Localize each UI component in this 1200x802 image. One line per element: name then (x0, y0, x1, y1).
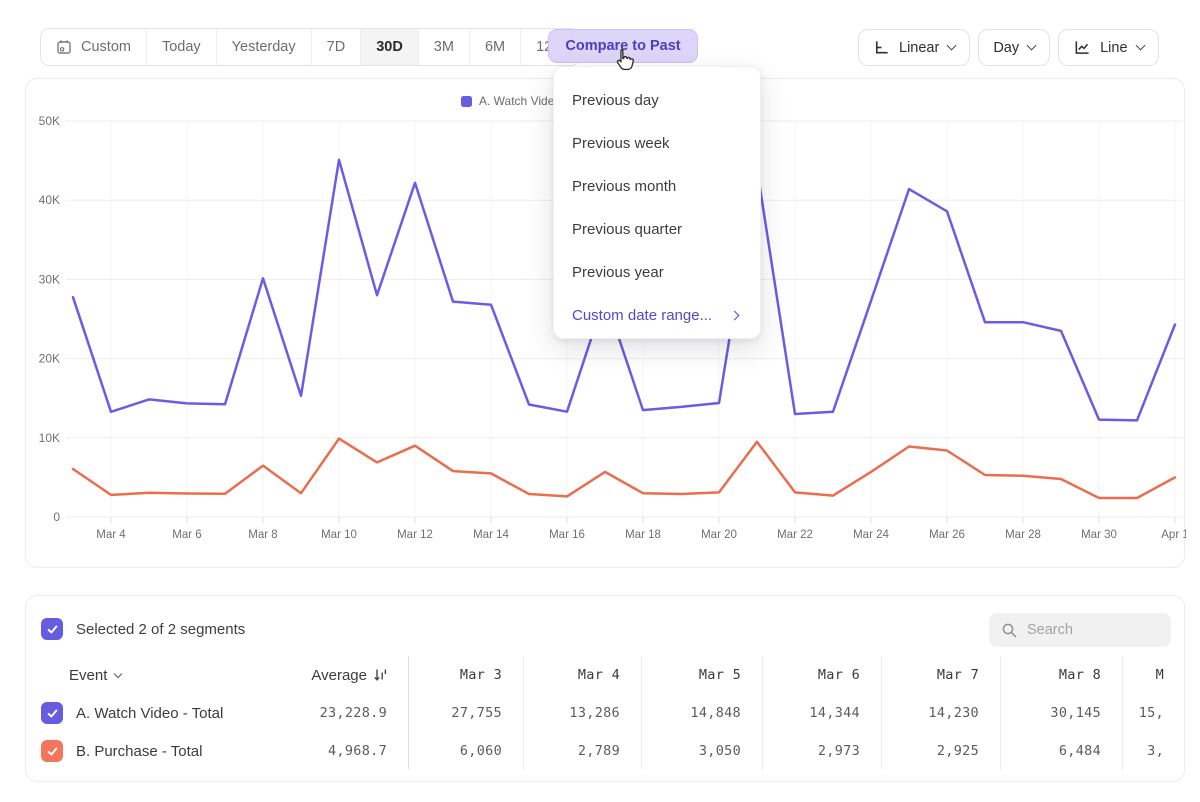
svg-text:40K: 40K (39, 193, 60, 207)
svg-text:20K: 20K (39, 352, 60, 366)
compare-to-past-menu: Previous day Previous week Previous mont… (553, 66, 761, 339)
insights-report-page: Custom Today Yesterday 7D 30D 3M 6M 12M … (0, 0, 1200, 802)
range-custom-label: Custom (81, 39, 131, 55)
cell-purchase-mar-5: 3,050 (641, 732, 762, 770)
cell-watch-video-mar-6: 14,344 (762, 694, 881, 732)
row-checkbox-watch-video[interactable] (41, 702, 63, 724)
svg-text:30K: 30K (39, 272, 60, 286)
range-30d-selected[interactable]: 30D (361, 29, 419, 65)
svg-text:50K: 50K (39, 114, 60, 128)
column-header-event[interactable]: Event (26, 656, 289, 694)
sort-icon (374, 668, 387, 682)
chart-type-dropdown-button[interactable]: Line (1058, 29, 1158, 66)
cell-purchase-mar-9-clipped: 3, (1122, 732, 1185, 770)
check-icon (46, 623, 59, 636)
cell-purchase-mar-3: 6,060 (408, 732, 523, 770)
cell-watch-video-mar-3: 27,755 (408, 694, 523, 732)
table-row-watch-video-label: A. Watch Video - Total (26, 694, 289, 732)
menu-item-previous-quarter[interactable]: Previous quarter (554, 208, 760, 251)
table-row-purchase-label: B. Purchase - Total (26, 732, 289, 770)
chevron-right-icon (730, 311, 740, 321)
mouse-pointer-hand-cursor (612, 48, 635, 73)
segments-table: Event Average Mar 3 Mar 4 Mar 5 Mar 6 Ma… (26, 656, 1185, 770)
svg-text:Mar 28: Mar 28 (1005, 529, 1041, 541)
cell-purchase-average: 4,968.7 (289, 732, 408, 770)
cell-watch-video-average: 23,228.9 (289, 694, 408, 732)
column-header-mar-9-clipped[interactable]: M (1122, 656, 1185, 694)
search-box[interactable] (989, 613, 1171, 647)
menu-item-previous-day[interactable]: Previous day (554, 79, 760, 122)
column-header-average[interactable]: Average (289, 656, 408, 694)
cell-purchase-mar-4: 2,789 (523, 732, 641, 770)
chart-legend: A. Watch Vide (461, 94, 554, 108)
segments-header: Selected 2 of 2 segments (41, 618, 245, 640)
svg-text:Mar 26: Mar 26 (929, 529, 965, 541)
svg-text:0: 0 (53, 510, 60, 524)
chart-option-buttons: Linear Day Line (858, 29, 1159, 66)
chevron-down-icon (1027, 41, 1037, 51)
segments-card: Selected 2 of 2 segments Event Average (25, 595, 1185, 782)
svg-text:Mar 24: Mar 24 (853, 529, 889, 541)
check-icon (46, 745, 59, 758)
calendar-icon (56, 39, 72, 55)
chevron-down-icon (114, 669, 122, 677)
range-yesterday[interactable]: Yesterday (217, 29, 312, 65)
cell-purchase-mar-7: 2,925 (881, 732, 1000, 770)
cell-purchase-mar-8: 6,484 (1000, 732, 1122, 770)
row-checkbox-purchase[interactable] (41, 740, 63, 762)
scale-dropdown-button[interactable]: Linear (858, 29, 970, 66)
column-header-mar-8[interactable]: Mar 8 (1000, 656, 1122, 694)
cell-watch-video-mar-5: 14,848 (641, 694, 762, 732)
svg-text:Mar 6: Mar 6 (172, 529, 201, 541)
search-icon (1001, 622, 1018, 639)
column-header-mar-7[interactable]: Mar 7 (881, 656, 1000, 694)
svg-text:Mar 22: Mar 22 (777, 529, 813, 541)
svg-text:Mar 16: Mar 16 (549, 529, 585, 541)
cell-watch-video-mar-4: 13,286 (523, 694, 641, 732)
linear-axis-icon (873, 39, 890, 56)
range-6m[interactable]: 6M (470, 29, 521, 65)
line-chart-icon (1073, 39, 1091, 56)
range-7d[interactable]: 7D (312, 29, 362, 65)
range-3m[interactable]: 3M (419, 29, 470, 65)
svg-text:Mar 30: Mar 30 (1081, 529, 1117, 541)
legend-label-series-a: A. Watch Vide (479, 94, 554, 108)
svg-text:Mar 18: Mar 18 (625, 529, 661, 541)
svg-text:Mar 12: Mar 12 (397, 529, 433, 541)
menu-item-previous-year[interactable]: Previous year (554, 251, 760, 294)
menu-item-previous-month[interactable]: Previous month (554, 165, 760, 208)
range-today[interactable]: Today (147, 29, 217, 65)
range-custom[interactable]: Custom (41, 29, 147, 65)
svg-text:10K: 10K (39, 431, 60, 445)
menu-item-custom-date-range[interactable]: Custom date range... (554, 294, 760, 337)
column-header-mar-6[interactable]: Mar 6 (762, 656, 881, 694)
cell-watch-video-mar-9-clipped: 15, (1122, 694, 1185, 732)
select-all-checkbox[interactable] (41, 618, 63, 640)
column-header-mar-5[interactable]: Mar 5 (641, 656, 762, 694)
chevron-down-icon (1135, 41, 1145, 51)
svg-text:Mar 10: Mar 10 (321, 529, 357, 541)
svg-text:Apr 1: Apr 1 (1161, 529, 1186, 541)
date-range-segmented-control: Custom Today Yesterday 7D 30D 3M 6M 12M (40, 28, 580, 66)
legend-swatch-series-a (461, 96, 472, 107)
chevron-down-icon (947, 41, 957, 51)
column-header-mar-3[interactable]: Mar 3 (408, 656, 523, 694)
cell-watch-video-mar-8: 30,145 (1000, 694, 1122, 732)
cell-watch-video-mar-7: 14,230 (881, 694, 1000, 732)
svg-text:Mar 14: Mar 14 (473, 529, 509, 541)
menu-item-previous-week[interactable]: Previous week (554, 122, 760, 165)
cell-purchase-mar-6: 2,973 (762, 732, 881, 770)
svg-text:Mar 4: Mar 4 (96, 529, 126, 541)
svg-text:Mar 8: Mar 8 (248, 529, 277, 541)
interval-dropdown-button[interactable]: Day (978, 29, 1050, 66)
svg-text:Mar 20: Mar 20 (701, 529, 737, 541)
selected-count-text: Selected 2 of 2 segments (76, 621, 245, 638)
search-input[interactable] (1027, 622, 1147, 638)
check-icon (46, 707, 59, 720)
column-header-mar-4[interactable]: Mar 4 (523, 656, 641, 694)
